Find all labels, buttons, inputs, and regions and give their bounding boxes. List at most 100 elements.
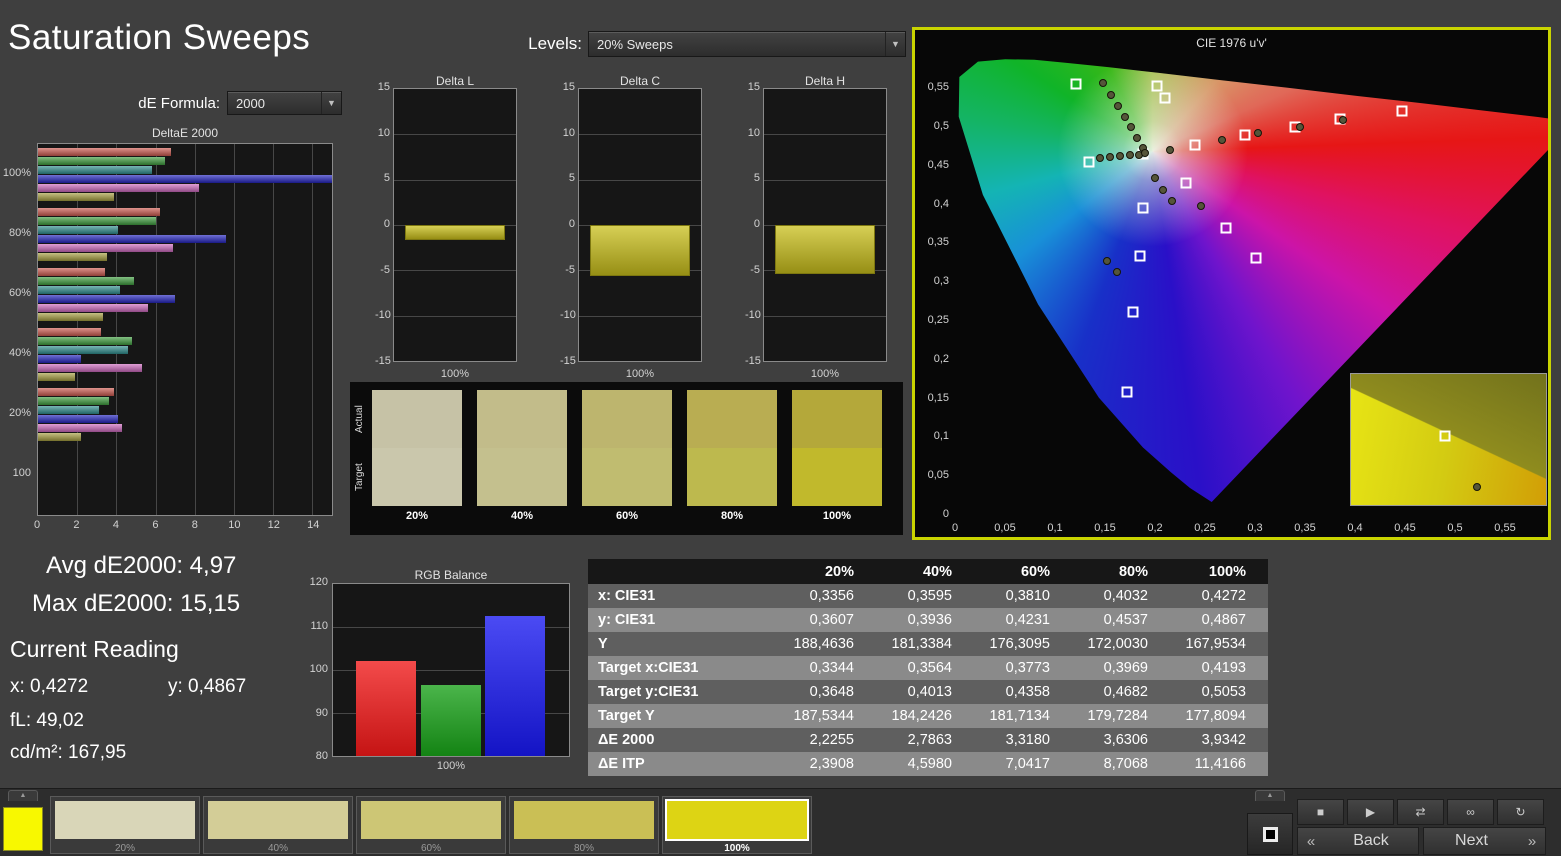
bar-group [38,384,332,444]
right-panel-handle[interactable]: ▲ [1255,790,1285,801]
bar [38,388,115,396]
axis-tick-label: 0,5 [933,120,949,132]
actual-swatch [582,390,672,448]
de-formula-dropdown[interactable]: 2000 ▼ [227,91,342,115]
refresh-button[interactable]: ↻ [1497,799,1544,825]
loop-button[interactable]: ∞ [1447,799,1494,825]
table-cell: 0,3344 [778,656,876,680]
target-marker [1137,202,1149,214]
current-reading-heading: Current Reading [10,636,179,662]
reading-fl: fL: 49,02 [10,710,84,731]
swatch-label: 40% [510,510,534,522]
bar [38,235,227,243]
patch-tile[interactable]: 60% [356,796,506,854]
cie-title: CIE 1976 u'v' [1196,36,1267,50]
deltae-plot [37,143,333,516]
axis-tick-label: -5 [380,263,390,276]
axis-tick-label: 0,4 [933,197,949,210]
measurement-marker [1116,152,1124,161]
bar [38,175,332,183]
bar [38,193,115,201]
axis-tick-label: -15 [375,355,391,367]
rgb-xlabel: 100% [436,760,466,772]
target-marker [1250,252,1262,264]
next-button-label: Next [1455,832,1488,849]
measurement-marker [1106,152,1114,161]
bar [38,226,119,234]
stop-button[interactable]: ■ [1297,799,1344,825]
table-cell: 172,0030 [1072,632,1170,656]
axis-tick-label: 0,15 [927,391,949,404]
bar [38,373,76,381]
target-marker [1220,222,1232,234]
bar [38,277,135,285]
play-button[interactable]: ▶ [1347,799,1394,825]
bar [38,355,82,363]
table-row: Y 188,4636 181,3384 176,3095 172,0030 167,953… [588,632,1268,656]
calibration-app: Saturation Sweeps Levels: 20% Sweeps ▼ d… [0,0,1561,856]
measurement-marker [1339,116,1347,125]
axis-tick-label: -10 [745,309,761,322]
bar [404,225,505,241]
table-cell: 0,3773 [974,656,1072,680]
axis-tick-label: 5 [568,172,575,185]
bar-group [38,444,332,504]
target-swatch [477,448,567,506]
delta-c-title: Delta C [619,74,660,88]
axis-tick-label: 12 [267,519,280,531]
back-button[interactable]: « Back [1297,827,1419,855]
table-cell: 184,2426 [876,704,974,728]
column-header: 20% [778,559,876,584]
patch-label: 60% [420,843,441,854]
table-cell: 0,3810 [974,584,1072,608]
cie-panel[interactable]: CIE 1976 u'v' 0 0,05 0,1 0,15 0,2 0,25 0,3 0,35… [912,27,1551,540]
mini-plot [763,88,887,362]
axis-tick-label: 10 [747,126,760,139]
delta-c-chart: 15 10 5 0 -5 -10 -15 100% [560,81,702,380]
mini-ylabels: 15 10 5 0 -5 -10 -15 [560,81,577,367]
row-label: y: CIE31 [588,608,778,632]
back-button-label: Back [1353,832,1389,849]
axis-tick-label: 0 [383,218,390,230]
axis-tick-label: 0 [568,218,575,230]
bar [38,244,174,252]
patch-swatch [55,801,195,839]
gridline [579,134,701,136]
swatch-label: 80% [720,510,744,522]
cie-inset [1350,373,1547,506]
reading-y: y: 0,4867 [168,676,247,697]
measurement-marker [1114,101,1122,110]
levels-value: 20% Sweeps [597,36,673,52]
patch-tile[interactable]: 80% [509,796,659,854]
bottom-bar: ▲ 20% 40% 60% 80% 100% ▲ ■ ▶ ⇄ ∞ ↻ « Back Next » [0,788,1561,856]
axis-tick-label: 60% [8,287,31,299]
step-button[interactable]: ⇄ [1397,799,1444,825]
axis-tick-label: 0 [942,508,949,520]
patch-tile[interactable]: 40% [203,796,353,854]
table-row: Target Y 187,5344 184,2426 181,7134 179,7284… [588,704,1268,728]
axis-tick-label: 5 [383,172,390,185]
axis-tick-label: 0,2 [933,352,949,365]
measurement-marker [1107,90,1115,99]
deltae-ylabels: 100% 80% 60% 40% 20% 100 [0,143,34,516]
bar [38,208,160,216]
patch-tile[interactable]: 20% [50,796,200,854]
swatch-comparison: Actual Target 20% 40% 60% 80% 100% [350,382,903,535]
measurement-marker [1126,151,1134,160]
axis-tick-label: 15 [562,81,575,93]
delta-h-title: Delta H [804,74,845,88]
next-button[interactable]: Next » [1423,827,1546,855]
axis-tick-label: -15 [560,355,576,367]
axis-tick-label: 8 [191,519,198,531]
swatch-column: 60% [582,382,672,535]
patch-swatch [208,801,348,839]
avg-de2000: Avg dE2000: 4,97 [46,552,237,579]
patch-tile[interactable]: 100% [662,796,812,854]
mini-xlabel: 100% [440,368,470,380]
target-marker [1239,129,1251,141]
levels-dropdown[interactable]: 20% Sweeps ▼ [588,31,906,57]
table-cell: 3,9342 [1170,728,1268,752]
bar [38,346,129,354]
marker-button[interactable] [1247,813,1293,855]
axis-tick-label: 0,35 [927,236,949,249]
